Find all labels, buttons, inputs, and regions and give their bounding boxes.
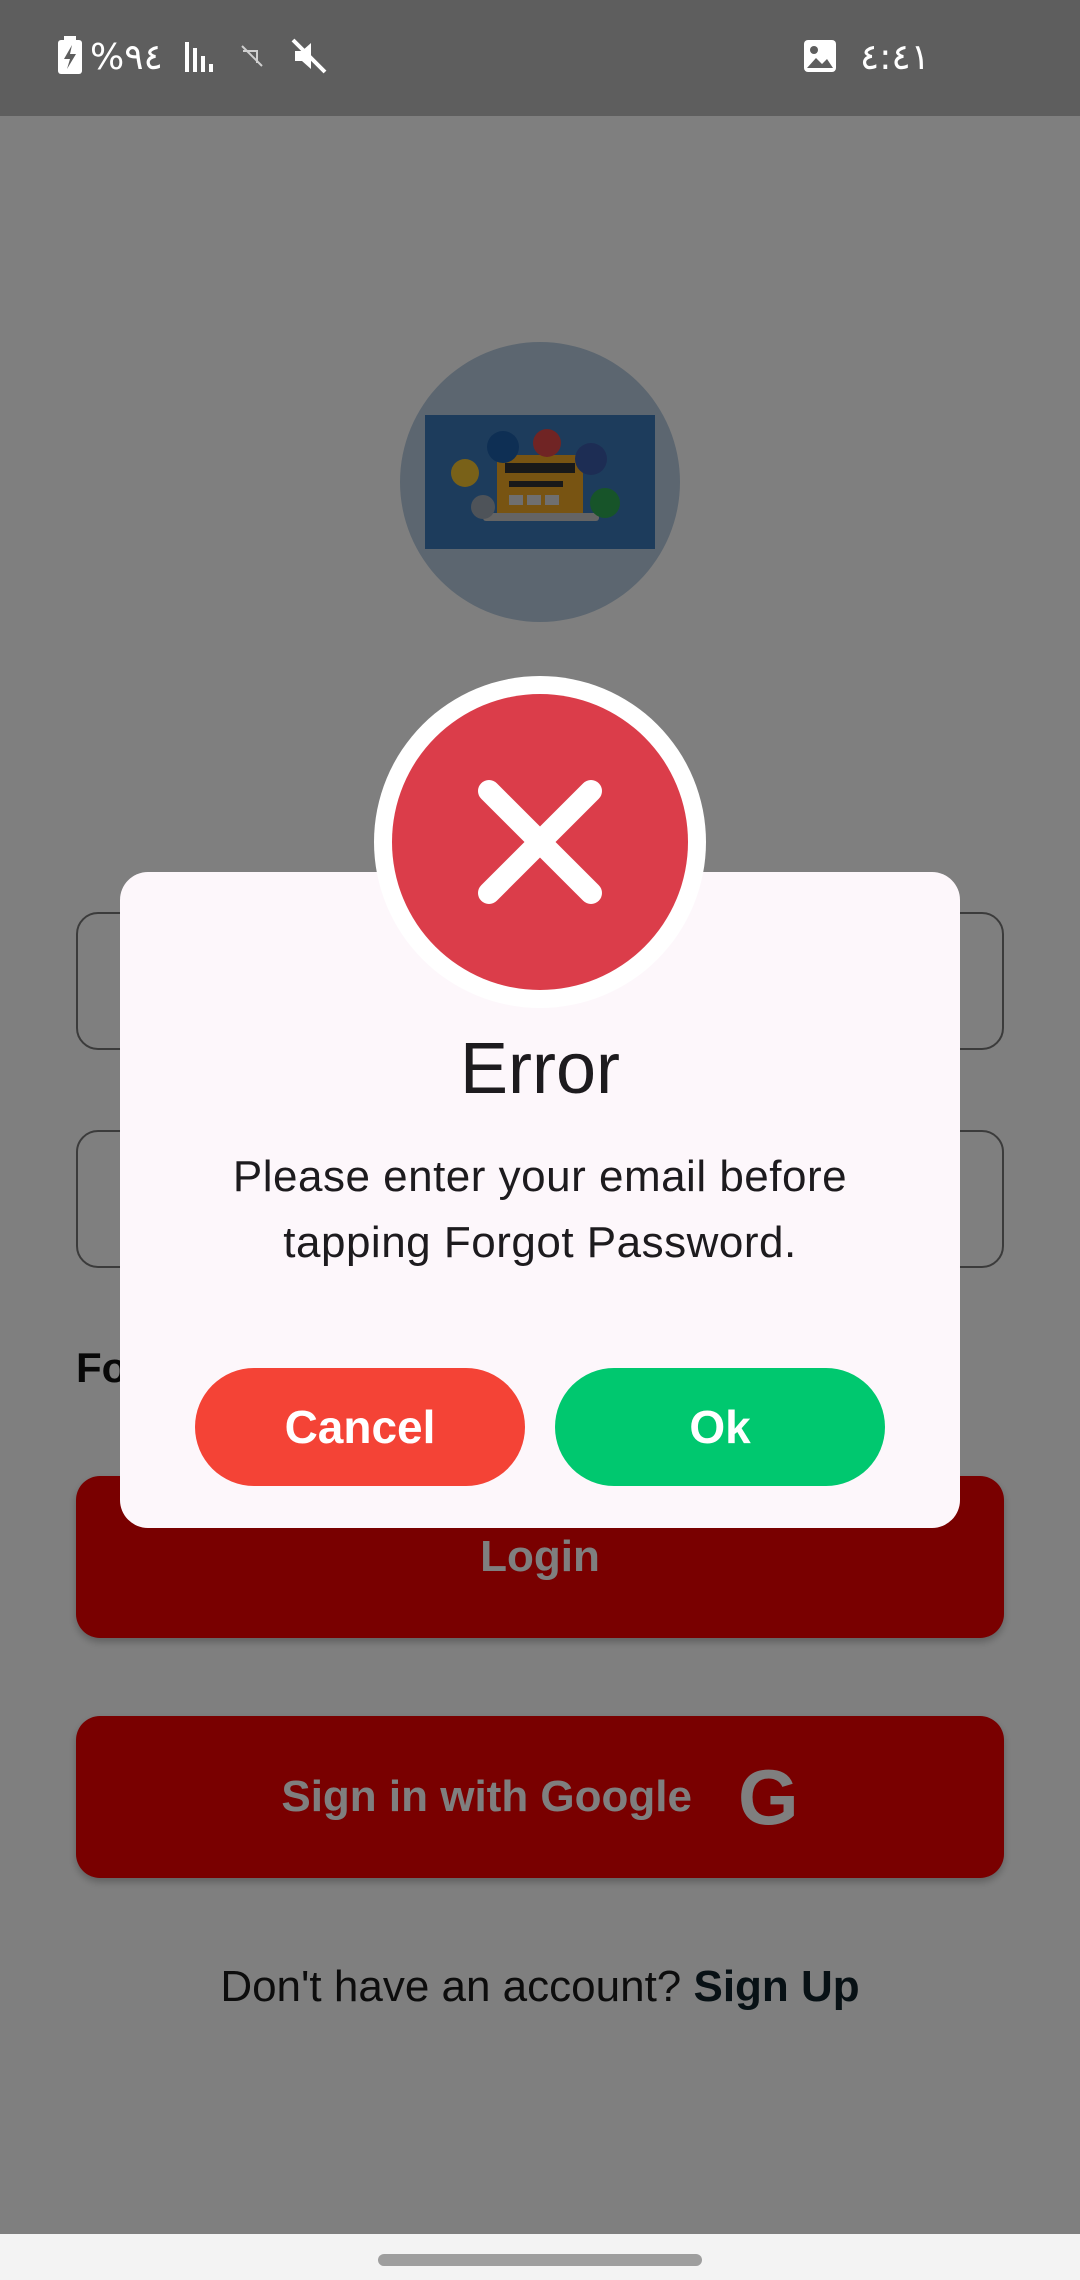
signal-icon [183,38,219,79]
cancel-button-label: Cancel [284,1401,436,1453]
clock: ٤:٤١ [859,37,930,78]
dialog-title: Error [460,1029,620,1109]
ok-button[interactable]: Ok [555,1368,885,1486]
gallery-notification-icon [802,38,838,79]
battery-charging-icon [56,35,84,81]
ok-button-label: Ok [689,1401,751,1453]
status-bar-right: ٤:٤١ [802,30,930,86]
no-sim-icon [239,43,265,74]
mute-icon [289,36,329,81]
status-bar-left: %٩٤ [56,30,329,86]
error-x-icon [392,694,688,990]
battery-percent: %٩٤ [90,37,163,78]
cancel-button[interactable]: Cancel [195,1368,525,1486]
home-gesture-handle[interactable] [378,2254,702,2266]
dialog-message: Please enter your email before tapping F… [232,1152,848,1267]
status-bar: %٩٤ ٤:٤١ [0,0,1080,116]
navigation-bar [0,2234,1080,2280]
app-screen: %٩٤ ٤:٤١ Error Please enter your email b… [0,0,1080,2280]
